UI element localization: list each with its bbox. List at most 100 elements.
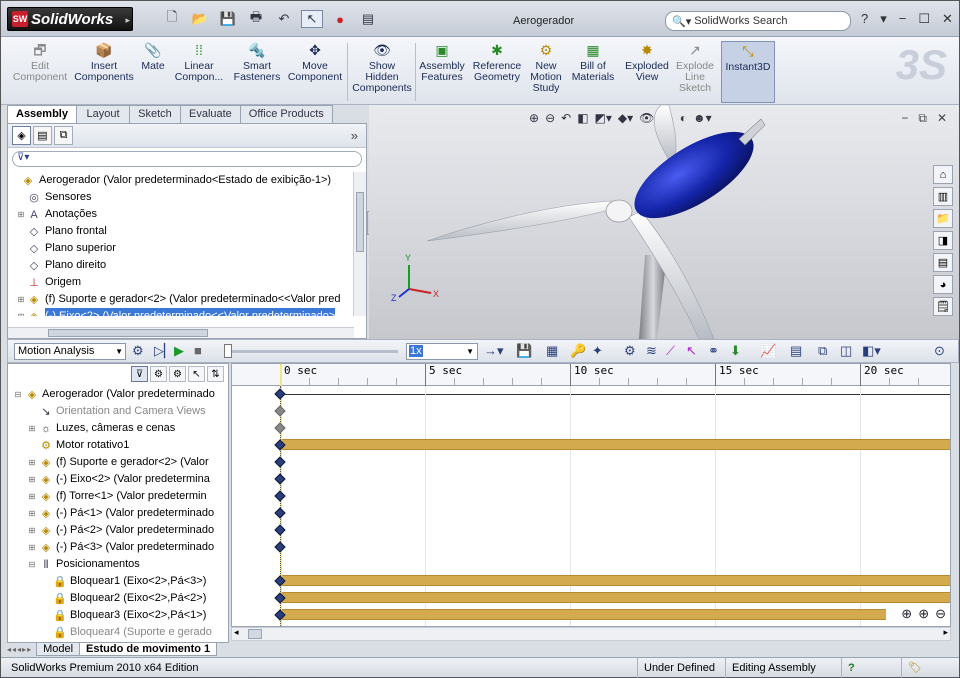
feature-tree-scrollbar[interactable]	[353, 172, 366, 316]
instant3d-button[interactable]: ⤡ Instant3D	[721, 41, 775, 103]
help-icon[interactable]: ?	[861, 11, 868, 27]
timeline-change-bar[interactable]	[282, 592, 950, 603]
calculate-icon[interactable]: ⚙	[132, 343, 144, 359]
timeline-key-point[interactable]	[274, 405, 286, 417]
expand-icon[interactable]: ⊞	[16, 308, 26, 316]
move-component-button[interactable]: ✥ Move Component	[287, 41, 343, 103]
scrollbar-thumb[interactable]	[356, 192, 364, 252]
motion-tree-item[interactable]: 🔒 Bloquear4 (Suporte e gerado	[8, 624, 230, 641]
print-icon[interactable]: 🖶	[245, 9, 267, 28]
feature-tree-item[interactable]: ◇ Plano direito	[8, 257, 354, 274]
expand-icon[interactable]: ⊟	[12, 386, 24, 403]
collapse-motion-manager-icon[interactable]: ⊙	[934, 343, 945, 359]
mate-button[interactable]: 📎 Mate	[137, 41, 169, 103]
expand-icon[interactable]: ⊞	[26, 522, 38, 539]
expand-icon[interactable]: ⊞	[26, 454, 38, 471]
bill-of-materials-button[interactable]: ▦ Bill of Materials	[569, 41, 617, 103]
custom-properties-icon[interactable]: 🗒	[933, 297, 953, 316]
reference-geometry-button[interactable]: ✱ Reference Geometry	[469, 41, 525, 103]
zoom-in-icon[interactable]: ⊕	[918, 606, 929, 622]
expand-icon[interactable]: ⊞	[16, 291, 26, 308]
solidworks-menu-button[interactable]: SW SolidWorks ▸	[7, 7, 133, 31]
feature-tree-item[interactable]: ◈ Aerogerador (Valor predeterminado<Estad…	[8, 172, 354, 189]
collapse-icon[interactable]: ⧉	[818, 343, 827, 359]
help-icon[interactable]: ?	[841, 658, 861, 678]
damper-icon[interactable]: ⟋	[666, 343, 675, 359]
close-icon[interactable]: ✕	[942, 11, 953, 27]
property-manager-icon[interactable]: ▤	[33, 126, 52, 145]
motion-tree-item[interactable]: 🔒 Bloquear2 (Eixo<2>,Pá<2>)	[8, 590, 230, 607]
playback-speed-select[interactable]: 1x ▼	[406, 343, 478, 360]
study-type-select[interactable]: Motion Analysis ▼	[14, 343, 126, 360]
tab-layout[interactable]: Layout	[75, 105, 130, 123]
search-results-icon[interactable]: ▤	[933, 253, 953, 272]
timeline-change-bar[interactable]	[282, 575, 950, 586]
sort-icon[interactable]: ⇅	[207, 366, 224, 382]
motion-tree-item[interactable]: ⊞ ☼ Luzes, câmeras e cenas	[8, 420, 230, 437]
motion-tree-item[interactable]: ↘ Orientation and Camera Views	[8, 403, 230, 420]
new-icon[interactable]: 🗋	[161, 9, 183, 28]
expand-icon[interactable]: ⊞	[26, 471, 38, 488]
feature-tree-icon[interactable]: ◈	[12, 126, 31, 145]
tab-motion-study-1[interactable]: Estudo de movimento 1	[79, 642, 218, 656]
tab-assembly[interactable]: Assembly	[7, 105, 77, 123]
exploded-view-button[interactable]: ✸ Exploded View	[621, 41, 673, 103]
save-animation-icon[interactable]: 💾	[516, 343, 532, 359]
feature-tree-item[interactable]: ◇ Plano superior	[8, 240, 354, 257]
timeline-key-point[interactable]	[274, 456, 286, 468]
dropdown-icon[interactable]: ▾	[880, 11, 887, 27]
expand-icon[interactable]: ⊞	[16, 206, 26, 223]
animation-wizard-icon[interactable]: ▦	[546, 343, 558, 359]
timeline-ruler[interactable]: 0 sec 5 sec 10 sec 15 sec 20 sec	[232, 364, 950, 386]
linear-component-button[interactable]: ⁞⁞ Linear Compon...	[171, 41, 227, 103]
home-icon[interactable]: ⌂	[933, 165, 953, 184]
zoom-out-icon[interactable]: ⊖	[935, 606, 946, 622]
filter-results-icon[interactable]: ↖	[188, 366, 205, 382]
show-hidden-components-button[interactable]: 👁 Show Hidden Components	[351, 41, 413, 103]
zoom-to-fit-icon[interactable]: ⊕	[901, 606, 912, 622]
feature-tree-hscrollbar[interactable]	[8, 327, 354, 338]
feature-tree-item[interactable]: ⊞ ◈ (f) Suporte e gerador<2> (Valor predet…	[8, 291, 354, 308]
timeline-key-point[interactable]	[274, 507, 286, 519]
options-icon[interactable]: ▤	[357, 10, 379, 28]
feature-tree-item[interactable]: ◎ Sensores	[8, 189, 354, 206]
search-box[interactable]: 🔍▾ SolidWorks Search	[665, 11, 851, 31]
filter-animated-icon[interactable]: ⊽	[131, 366, 148, 382]
expand-icon[interactable]: ⊞	[26, 505, 38, 522]
save-icon[interactable]: 💾	[217, 10, 239, 28]
tab-model[interactable]: Model	[36, 642, 81, 656]
play-icon[interactable]: ▶	[174, 343, 184, 359]
new-motion-study-button[interactable]: ⚙ New Motion Study	[527, 41, 565, 103]
tab-office-products[interactable]: Office Products	[239, 105, 333, 123]
maximize-icon[interactable]: ☐	[918, 11, 930, 27]
scrollbar-thumb[interactable]	[248, 629, 262, 639]
feature-tree-item[interactable]: ◇ Plano frontal	[8, 223, 354, 240]
view-palette-icon[interactable]: ◨	[933, 231, 953, 250]
motion-tree-item[interactable]: ⊟ ⫴ Posicionamentos	[8, 556, 230, 573]
motion-tree-item[interactable]: ⊞ ◈ (-) Pá<2> (Valor predeterminado	[8, 522, 230, 539]
smart-fasteners-button[interactable]: 🔩 Smart Fasteners	[231, 41, 283, 103]
insert-components-button[interactable]: 📦 Insert Components	[73, 41, 135, 103]
tag-icon[interactable]: 🏷	[901, 658, 928, 678]
timeline-key-point[interactable]	[274, 541, 286, 553]
contact-icon[interactable]: ⚭	[708, 343, 719, 359]
motion-study-properties-icon[interactable]: ▤	[790, 343, 802, 359]
motion-tree-item[interactable]: 🔒 Bloquear3 (Eixo<2>,Pá<1>)	[8, 607, 230, 624]
play-from-start-icon[interactable]: ▷▏	[154, 343, 174, 359]
wind-turbine-model[interactable]: Y X Z	[369, 105, 959, 339]
expand-chevron-icon[interactable]: »	[351, 128, 358, 143]
timeline-key-point[interactable]	[274, 388, 286, 400]
explode-line-sketch-button[interactable]: ↗ Explode Line Sketch	[673, 41, 717, 103]
motion-tree-item[interactable]: ⚙ Motor rotativo1	[8, 437, 230, 454]
motion-tree-item[interactable]: ⊞ ◈ (f) Suporte e gerador<2> (Valor	[8, 454, 230, 471]
rebuild-icon[interactable]: ●	[329, 10, 351, 28]
expand-icon[interactable]: ⊞	[26, 539, 38, 556]
assembly-features-button[interactable]: ▣ Assembly Features	[417, 41, 467, 103]
tab-nav-arrows-icon[interactable]: ◂◂◂▸▸	[7, 645, 32, 654]
timeline-key-point[interactable]	[274, 524, 286, 536]
timeline-key-point[interactable]	[274, 473, 286, 485]
timeline-change-bar[interactable]	[282, 609, 886, 620]
gravity-icon[interactable]: ⬇	[730, 343, 741, 359]
edit-component-button[interactable]: 🗗 Edit Component	[9, 41, 71, 103]
file-explorer-icon[interactable]: 📁	[933, 209, 953, 228]
